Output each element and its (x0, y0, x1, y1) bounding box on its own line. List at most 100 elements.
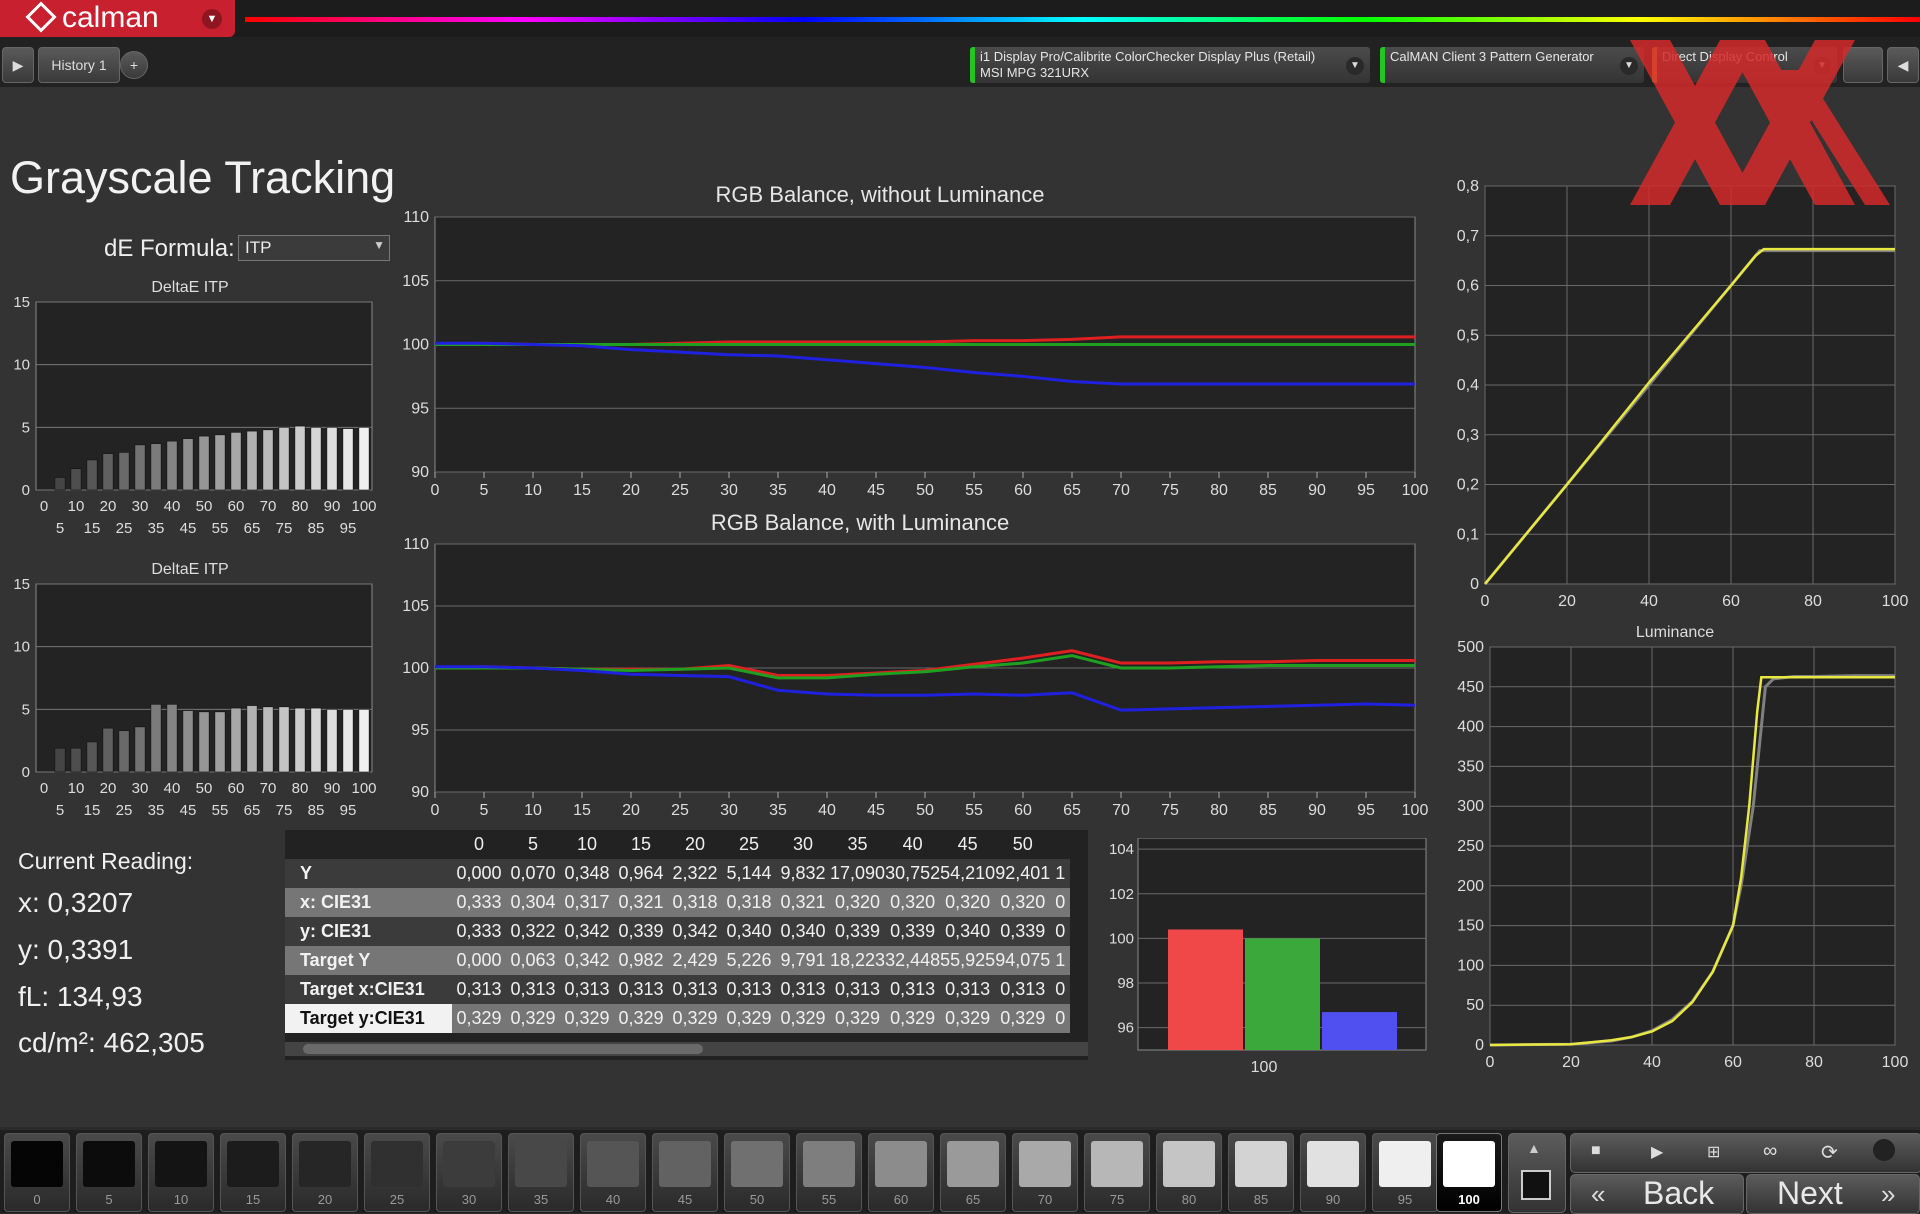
de-formula-select[interactable]: ITP ▼ (238, 235, 390, 261)
patch-label: 70 (1037, 1192, 1053, 1207)
x-tick-label: 30 (720, 802, 738, 819)
y-tick-label: 100 (1457, 957, 1484, 974)
x-tick-label: 100 (1882, 1054, 1909, 1071)
x-tick-label: 50 (916, 802, 934, 819)
deltae-bar (278, 706, 290, 773)
y-tick-label: 0,5 (1457, 327, 1479, 344)
y-tick-label: 250 (1457, 838, 1484, 855)
measure-button[interactable]: ▲ (1508, 1133, 1566, 1213)
row-label[interactable]: x: CIE31 (285, 888, 452, 917)
patch-swatch-85[interactable]: 85 (1228, 1133, 1294, 1212)
x-tick-label: 70 (1112, 482, 1130, 499)
x-tick-label: 95 (1357, 802, 1375, 819)
table-cell: 94,075 (995, 946, 1051, 975)
y-tick-label: 500 (1457, 639, 1484, 656)
row-label[interactable]: Target x:CIE31 (285, 975, 452, 1004)
next-button[interactable]: Next » (1746, 1174, 1920, 1214)
patch-swatch-35[interactable]: 35 (508, 1133, 574, 1212)
loop-icon[interactable]: ∞ (1763, 1140, 1777, 1163)
column-header: 0 (473, 834, 484, 854)
x-tick-label: 60 (228, 498, 245, 515)
refresh-icon[interactable]: ⟳ (1821, 1140, 1838, 1165)
deltae-bar (358, 427, 370, 491)
patch-swatch-45[interactable]: 45 (652, 1133, 718, 1212)
table-row[interactable]: Y 0,000 0,070 0,348 0,964 2,322 5,144 9,832 17,0… (285, 859, 1071, 888)
patch-label: 25 (389, 1192, 405, 1207)
deltae-bar (342, 709, 354, 773)
patch-color (83, 1141, 135, 1187)
x-tick-label: 50 (196, 780, 213, 797)
tab-history-1[interactable]: History 1 (38, 47, 120, 83)
row-label[interactable]: y: CIE31 (285, 917, 452, 946)
patch-swatch-20[interactable]: 20 (292, 1133, 358, 1212)
x-tick-label: 0 (40, 498, 48, 515)
table-row[interactable]: Target Y 0,000 0,063 0,342 0,982 2,429 5,226 9,… (285, 946, 1071, 975)
row-label[interactable]: Target y:CIE31 (285, 1004, 452, 1033)
record-icon[interactable] (1873, 1139, 1895, 1161)
table-cell: 0,063 (506, 946, 560, 975)
table-cell: 0,313 (506, 975, 560, 1004)
y-tick-label: 0,4 (1457, 377, 1479, 394)
x-tick-label: 60 (1014, 802, 1032, 819)
table-cell: 0,329 (560, 1004, 614, 1033)
step-button-icon[interactable]: ⊞ (1707, 1142, 1720, 1162)
patch-swatch-75[interactable]: 75 (1084, 1133, 1150, 1212)
patch-swatch-100[interactable]: 100 (1436, 1133, 1502, 1212)
patch-swatch-95[interactable]: 95 (1372, 1133, 1438, 1212)
table-row[interactable]: x: CIE31 0,333 0,304 0,317 0,321 0,318 0,318 0,… (285, 888, 1071, 917)
play-icon[interactable]: ▶ (2, 47, 34, 83)
row-label[interactable]: Target Y (285, 946, 452, 975)
table-row[interactable]: Target x:CIE31 0,313 0,313 0,313 0,313 0,313 0… (285, 975, 1071, 1004)
deltae-bar (294, 425, 306, 491)
calman-menu-button[interactable]: calman ▼ (0, 0, 235, 37)
row-label[interactable]: Y (285, 859, 452, 888)
double-chevron-right-icon: » (1881, 1179, 1896, 1209)
y-tick-label: 0,3 (1457, 427, 1479, 444)
patch-swatch-60[interactable]: 60 (868, 1133, 934, 1212)
patch-swatch-25[interactable]: 25 (364, 1133, 430, 1212)
table-cell: 0 (1050, 975, 1071, 1004)
play-button-icon[interactable]: ▶ (1651, 1142, 1663, 1162)
deltae-bar (86, 741, 98, 773)
deltae-bar (102, 453, 114, 491)
pattern-generator-selector[interactable]: CalMAN Client 3 Pattern Generator ▼ (1380, 47, 1644, 83)
table-cell: 0,339 (614, 917, 668, 946)
patch-swatch-65[interactable]: 65 (940, 1133, 1006, 1212)
chevron-down-icon[interactable]: ▼ (1346, 57, 1364, 75)
patch-swatch-80[interactable]: 80 (1156, 1133, 1222, 1212)
table-row[interactable]: Target y:CIE31 0,329 0,329 0,329 0,329 0,329 0… (285, 1004, 1071, 1033)
patch-swatch-50[interactable]: 50 (724, 1133, 790, 1212)
table-cell: 9,832 (776, 859, 830, 888)
stop-button-icon[interactable]: ■ (1591, 1142, 1601, 1160)
meter-selector[interactable]: i1 Display Pro/Calibrite ColorChecker Di… (970, 47, 1370, 83)
x-tick-label: 45 (867, 482, 885, 499)
patch-swatch-5[interactable]: 5 (76, 1133, 142, 1212)
scrollbar-thumb[interactable] (303, 1044, 703, 1054)
patch-swatch-30[interactable]: 30 (436, 1133, 502, 1212)
table-row[interactable]: y: CIE31 0,333 0,322 0,342 0,339 0,342 0,340 0,… (285, 917, 1071, 946)
table-cell: 0,318 (668, 888, 722, 917)
column-header-clipped (1050, 830, 1070, 859)
collapse-panel-icon[interactable]: ◀ (1887, 47, 1919, 83)
back-button[interactable]: « Back (1570, 1174, 1744, 1214)
patch-swatch-15[interactable]: 15 (220, 1133, 286, 1212)
patch-swatch-0[interactable]: 0 (4, 1133, 70, 1212)
chevron-down-icon[interactable]: ▼ (202, 9, 222, 29)
patch-swatch-40[interactable]: 40 (580, 1133, 646, 1212)
patch-swatch-90[interactable]: 90 (1300, 1133, 1366, 1212)
x-tick-label: 95 (340, 520, 357, 537)
rainbow-strip (245, 17, 1920, 22)
y-tick-label: 10 (13, 357, 30, 374)
x-tick-label: 90 (1308, 482, 1326, 499)
patch-swatch-55[interactable]: 55 (796, 1133, 862, 1212)
x-tick-label: 55 (212, 520, 229, 537)
deltae-bar (70, 747, 82, 773)
measurement-table[interactable]: 0 5 10 15 20 25 30 35 40 45 50 Y 0,000 0,070 0,348 0,9… (285, 830, 1088, 1060)
patch-label: 60 (893, 1192, 909, 1207)
patch-swatch-10[interactable]: 10 (148, 1133, 214, 1212)
add-tab-button[interactable]: + (120, 51, 148, 79)
x-tick-label: 45 (867, 802, 885, 819)
table-horizontal-scrollbar[interactable] (285, 1042, 1088, 1056)
patch-swatch-70[interactable]: 70 (1012, 1133, 1078, 1212)
table-cell: 0,342 (668, 917, 722, 946)
